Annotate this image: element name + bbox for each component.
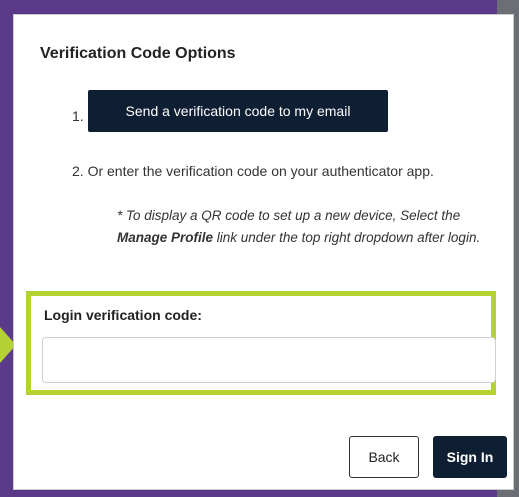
manage-profile-text: Manage Profile	[117, 230, 214, 245]
qr-code-note: * To display a QR code to set up a new d…	[117, 205, 507, 249]
send-email-code-button[interactable]: Send a verification code to my email	[88, 90, 388, 132]
verification-dialog: Verification Code Options 1. Send a veri…	[14, 15, 513, 489]
note-prefix: * To display a QR code to set up a new d…	[117, 208, 461, 223]
verification-code-input[interactable]	[42, 337, 496, 383]
code-field-label: Login verification code:	[44, 307, 202, 323]
step-2-text: 2. Or enter the verification code on you…	[72, 163, 434, 179]
dialog-title: Verification Code Options	[40, 45, 236, 62]
note-suffix: link under the top right dropdown after …	[213, 230, 481, 245]
step-1-number: 1.	[72, 108, 84, 124]
back-button[interactable]: Back	[349, 436, 419, 478]
sign-in-button[interactable]: Sign In	[433, 436, 507, 478]
